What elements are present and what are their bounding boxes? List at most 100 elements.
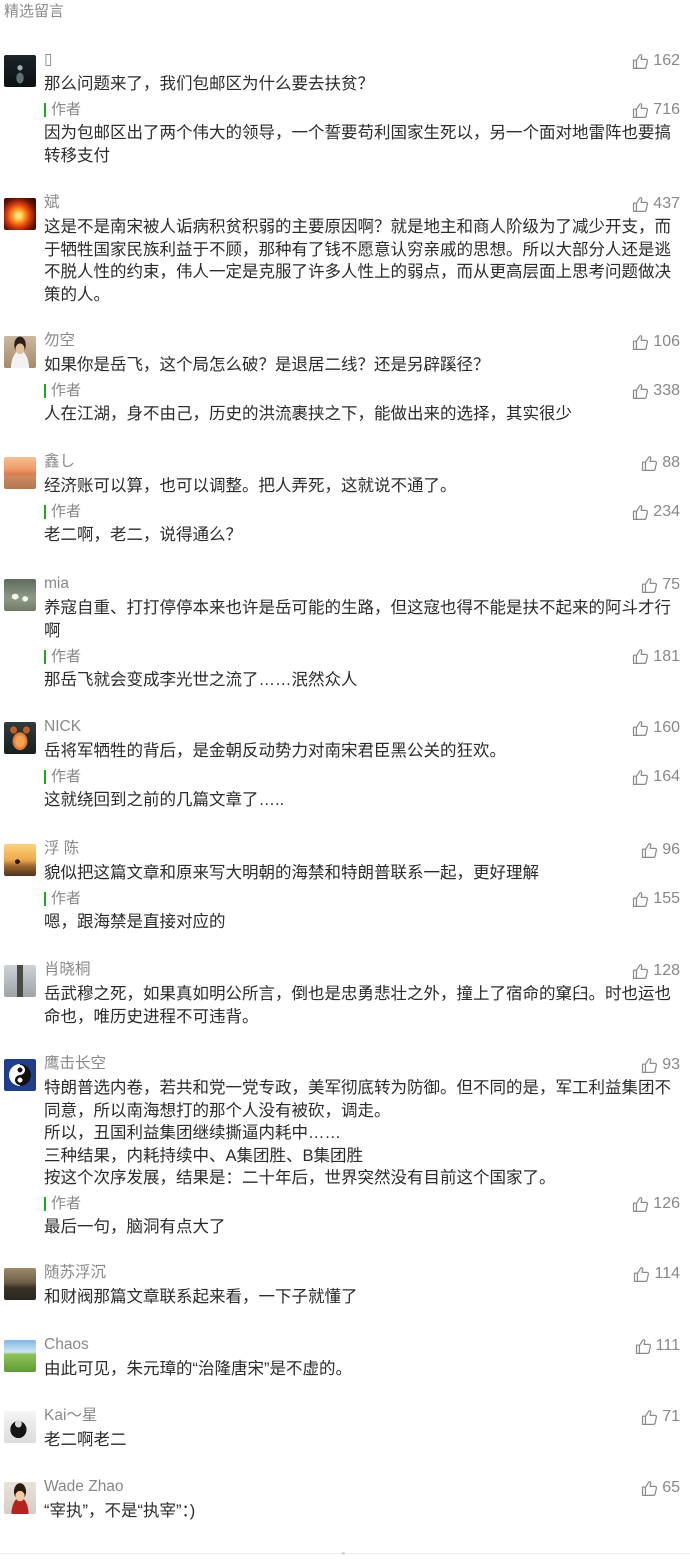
like-count: 162: [653, 52, 680, 69]
like-button[interactable]: 114: [633, 1262, 680, 1286]
like-count: 234: [653, 503, 680, 520]
thumbs-up-icon: [641, 455, 658, 472]
author-reply: 作者 716 因为包邮区出了两个伟大的领导，一个誓要苟利国家生死以，另一个面对地…: [44, 99, 690, 167]
bottom-divider-dot: [342, 1552, 345, 1555]
like-button[interactable]: 65: [641, 1476, 680, 1500]
thumbs-up-icon: [633, 1266, 650, 1283]
comment-text: 养寇自重、打打停停本来也许是岳可能的生路，但这寇也得不能是扶不起来的阿斗才行 啊: [44, 599, 671, 640]
reply-like-button[interactable]: 338: [632, 379, 680, 403]
comment-text: “宰执”，不是“执宰”：): [44, 1502, 196, 1520]
author-reply-header: 作者 716: [44, 99, 690, 121]
like-count: 181: [653, 647, 680, 665]
reply-text: 嗯，跟海禁是直接对应的: [44, 913, 226, 931]
like-button[interactable]: 111: [635, 1334, 680, 1358]
thumbs-up-icon: [632, 53, 649, 70]
thumbs-up-icon: [632, 648, 649, 665]
like-count: 338: [653, 382, 680, 399]
reply-text: 那岳飞就会变成李光世之流了……泯然众人: [44, 670, 358, 689]
thumbs-up-icon: [641, 1057, 658, 1074]
author-reply: 作者 155 嗯，跟海禁是直接对应的: [44, 888, 690, 934]
reply-like-button[interactable]: 181: [632, 645, 680, 669]
thumbs-up-icon: [632, 196, 649, 213]
avatar: [4, 1482, 36, 1514]
author-marker-bar: [44, 505, 46, 519]
like-button[interactable]: 106: [632, 330, 680, 354]
like-button[interactable]: 162: [632, 49, 680, 73]
thumbs-up-icon: [641, 577, 658, 594]
like-button[interactable]: 88: [641, 451, 680, 475]
avatar: [4, 336, 36, 368]
comment-text: 那么问题来了，我们包邮区为什么要去扶贫？: [44, 75, 374, 93]
like-button[interactable]: 128: [632, 959, 680, 983]
like-count: 111: [655, 1337, 680, 1354]
author-label: 作者: [51, 890, 82, 907]
reply-text: 因为包邮区出了两个伟大的领导，一个誓要苟利国家生死以，另一个面对地雷阵也要搞 转…: [44, 124, 671, 165]
author-reply-header: 作者 164: [44, 766, 690, 788]
like-count: 106: [653, 333, 680, 350]
like-button[interactable]: 437: [632, 192, 680, 216]
author-marker-bar: [44, 103, 46, 117]
author-label: 作者: [51, 1195, 82, 1212]
section-title: 精选留言: [4, 3, 65, 20]
comment-text: 岳将军牺牲的背后，是金朝反动势力对南宋君臣黑公关的狂欢。: [44, 742, 506, 760]
author-reply: 作者 338 人在江湖，身不由己，历史的洪流裹挟之下，能做出来的选择，其实很少: [44, 380, 690, 426]
author-label: 作者: [51, 768, 82, 785]
thumbs-up-icon: [632, 963, 649, 980]
reply-text: 老二啊，老二，说得通么？: [44, 526, 242, 544]
thumbs-up-icon: [632, 383, 649, 400]
like-count: 71: [662, 1408, 680, 1425]
thumbs-up-icon: [632, 1196, 649, 1213]
like-count: 128: [653, 962, 680, 979]
reply-like-button[interactable]: 716: [632, 98, 680, 122]
reply-like-button[interactable]: 126: [632, 1192, 680, 1216]
thumbs-up-icon: [641, 842, 658, 859]
reply-like-button[interactable]: 234: [632, 500, 680, 524]
reply-like-button[interactable]: 155: [632, 887, 680, 911]
comment-text: 如果你是岳飞，这个局怎么破？是退居二线？还是另辟蹊径？: [44, 356, 490, 374]
author-marker-bar: [44, 384, 46, 398]
comment-text: 特朗普选内卷，若共和党一党专政，美军彻底转为防御。但不同的是，军工利益集团不 同…: [44, 1079, 671, 1187]
comment-item: 浮 陈 96 貌似把这篇文章和原来写大明朝的海禁和特朗普联系一起，更好理解 作者…: [0, 838, 690, 934]
like-button[interactable]: 160: [632, 716, 680, 740]
like-count: 716: [653, 101, 680, 118]
author-marker-bar: [44, 649, 46, 664]
avatar: [4, 457, 36, 489]
commenter-name: 浮 陈: [44, 840, 80, 857]
like-button[interactable]: 71: [641, 1405, 680, 1429]
comment-item: 鑫し 88 经济账可以算，也可以调整。把人弄死，这就说不通了。 作者 234 老…: [0, 451, 690, 547]
author-reply: 作者 164 这就绕回到之前的几篇文章了…..: [44, 766, 690, 812]
comment-text: 经济账可以算，也可以调整。把人弄死，这就说不通了。: [44, 477, 457, 495]
commenter-name: 斌: [44, 194, 60, 211]
like-count: 93: [662, 1056, 680, 1073]
author-reply-header: 作者 155: [44, 888, 690, 910]
avatar: [4, 844, 36, 876]
author-reply: 作者 181 那岳飞就会变成李光世之流了……泯然众人: [44, 646, 690, 692]
thumbs-up-icon: [641, 1409, 658, 1426]
like-count: 114: [654, 1265, 680, 1282]
author-marker-bar: [44, 770, 46, 784]
comment-text: 老二啊老二: [44, 1431, 127, 1449]
like-button[interactable]: 75: [641, 573, 680, 597]
commenter-name: Chaos: [44, 1336, 89, 1353]
reply-like-button[interactable]: 164: [632, 765, 680, 789]
like-button[interactable]: 93: [641, 1053, 680, 1077]
author-marker-bar: [44, 892, 46, 906]
author-reply-header: 作者 338: [44, 380, 690, 402]
author-reply-header: 作者 181: [44, 646, 690, 668]
comment-text: 和财阀那篇文章联系起来看，一下子就懂了: [44, 1288, 358, 1306]
like-count: 437: [653, 195, 680, 212]
author-reply-header: 作者 126: [44, 1193, 690, 1215]
thumbs-up-icon: [632, 102, 649, 119]
like-button[interactable]: 96: [641, 838, 680, 862]
comment-text: 这是不是南宋被人诟病积贫积弱的主要原因啊？就是地主和商人阶级为了减少开支，而 于…: [44, 218, 671, 304]
author-reply: 作者 126 最后一句，脑洞有点大了: [44, 1193, 690, 1239]
like-count: 65: [662, 1479, 680, 1496]
comment-item: 鹰击长空 93 特朗普选内卷，若共和党一党专政，美军彻底转为防御。但不同的是，军…: [0, 1053, 690, 1239]
author-reply: 作者 234 老二啊，老二，说得通么？: [44, 501, 690, 547]
comment-item: 随苏浮沉 114 和财阀那篇文章联系起来看，一下子就懂了: [0, 1262, 690, 1309]
comment-item: Kai～星 71 老二啊老二: [0, 1405, 690, 1452]
author-label: 作者: [51, 647, 82, 665]
author-marker-bar: [44, 1197, 46, 1211]
avatar: [4, 55, 36, 87]
avatar: [4, 1411, 36, 1443]
